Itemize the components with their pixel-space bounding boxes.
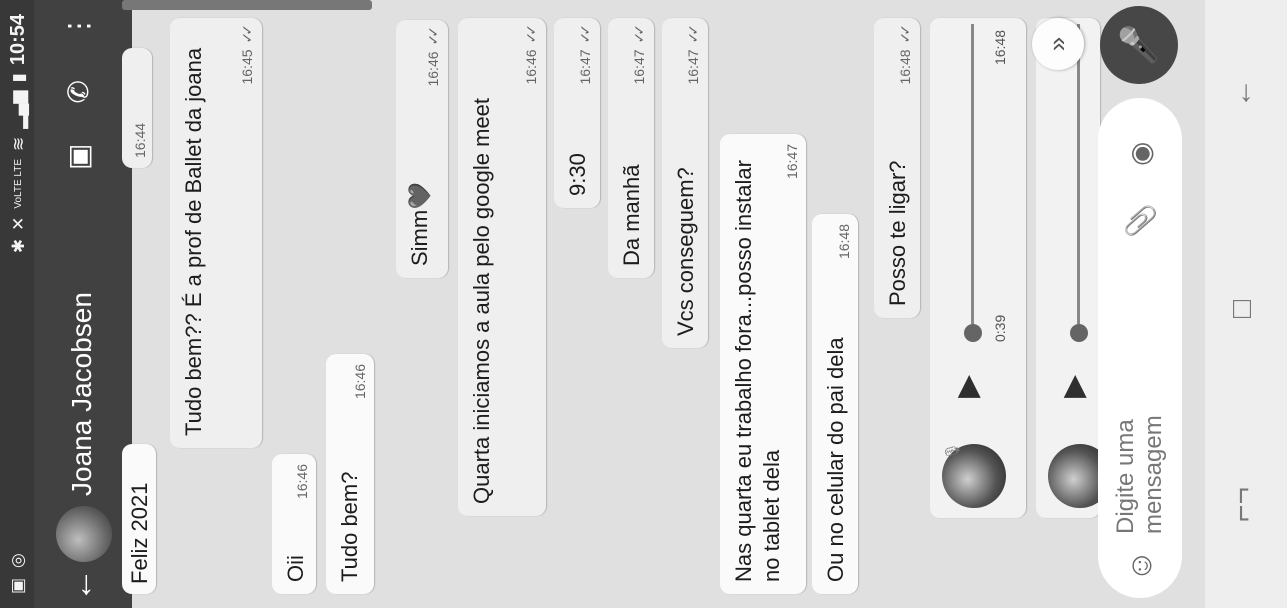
mute-icon: ✕	[8, 216, 28, 231]
mic-icon: 🎙	[944, 442, 960, 460]
message-bubble[interactable]: Vcs conseguem? 16:47✓✓	[662, 18, 708, 348]
more-vert-icon[interactable]: ⋮	[62, 12, 95, 40]
message-bubble[interactable]: Ou no celular do pai dela 16:48	[812, 214, 858, 594]
message-bubble[interactable]: Posso te ligar? 16:48✓✓	[874, 18, 920, 318]
partial-message: Feliz 2021	[122, 444, 156, 594]
chat-header: ← Joana Jacobsen ▣ ✆ ⋮	[34, 0, 132, 608]
chat-area[interactable]: Feliz 2021 16:44 Tudo bem?? É a prof de …	[122, 0, 1112, 608]
home-icon[interactable]: □	[1225, 300, 1259, 318]
message-input-bar[interactable]: ☺ Digite uma mensagem 📎 ◉	[1098, 98, 1182, 598]
paperclip-icon[interactable]: 📎	[1124, 203, 1157, 238]
play-icon[interactable]: ▶	[950, 375, 985, 398]
emoji-icon[interactable]: ☺	[1122, 549, 1159, 582]
wifi-icon: ≋	[8, 136, 28, 151]
mic-icon[interactable]: 🎤	[1100, 6, 1178, 84]
message-bubble[interactable]: Nas quarta eu trabalho fora...posso inst…	[720, 134, 806, 594]
battery-icon: ▮	[8, 73, 28, 83]
avatar[interactable]	[56, 506, 112, 562]
video-call-icon[interactable]: ▣	[62, 143, 95, 169]
message-bubble[interactable]: Tudo bem?? É a prof de Ballet da joana 1…	[170, 18, 262, 448]
message-bubble[interactable]: Simm💜 16:46✓✓	[396, 20, 448, 278]
clock: 10:54	[7, 14, 29, 66]
camera-icon[interactable]: ◉	[1124, 142, 1157, 166]
voice-time: 16:48	[992, 30, 1008, 66]
back-nav-icon[interactable]: ←	[1225, 78, 1259, 108]
gallery-notification-icon: ▣	[8, 577, 27, 594]
volte-indicator: VoLTE LTE	[13, 158, 24, 209]
android-nav-bar: ⌐¬ □ ←	[1205, 0, 1287, 608]
message-bubble[interactable]: Oii 16:46	[272, 454, 316, 594]
add-call-icon[interactable]: ✆	[62, 80, 95, 103]
partial-message-time: 16:44	[122, 48, 152, 168]
arrow-left-icon[interactable]: ←	[62, 568, 100, 602]
whatsapp-notification-icon: ◎	[8, 553, 27, 568]
signal-icon: ▂▄▆	[8, 90, 28, 129]
bluetooth-icon: ✱	[8, 238, 28, 254]
play-icon[interactable]: ▶	[1056, 375, 1091, 398]
message-bubble[interactable]: Quarta iniciamos a aula pelo google meet…	[458, 18, 546, 516]
recents-icon[interactable]: ⌐¬	[1225, 487, 1259, 522]
voice-seek-handle[interactable]	[964, 324, 982, 342]
voice-message[interactable]: 🎙 ▶ 0:39 16:48	[930, 18, 1026, 518]
phone-screen: ▣ ◎ ✱ ✕ VoLTE LTE ≋ ▂▄▆ ▮ 10:54 ← Joana …	[0, 0, 1287, 608]
message-bubble[interactable]: Da manhã 16:47✓✓	[608, 18, 654, 278]
voice-progress-track[interactable]	[971, 24, 974, 324]
voice-progress-track[interactable]	[1077, 24, 1080, 324]
voice-message[interactable]: ▶	[1036, 18, 1112, 518]
double-chevron-icon[interactable]: »	[1032, 18, 1084, 70]
status-bar: ▣ ◎ ✱ ✕ VoLTE LTE ≋ ▂▄▆ ▮ 10:54	[0, 0, 34, 608]
message-bubble[interactable]: 9:30 16:47✓✓	[554, 18, 600, 208]
message-input[interactable]: Digite uma mensagem	[1112, 334, 1168, 534]
voice-seek-handle[interactable]	[1070, 324, 1088, 342]
message-bubble[interactable]: Tudo bem? 16:46	[326, 354, 374, 594]
voice-duration: 0:39	[992, 314, 1008, 342]
contact-name[interactable]: Joana Jacobsen	[66, 292, 98, 496]
